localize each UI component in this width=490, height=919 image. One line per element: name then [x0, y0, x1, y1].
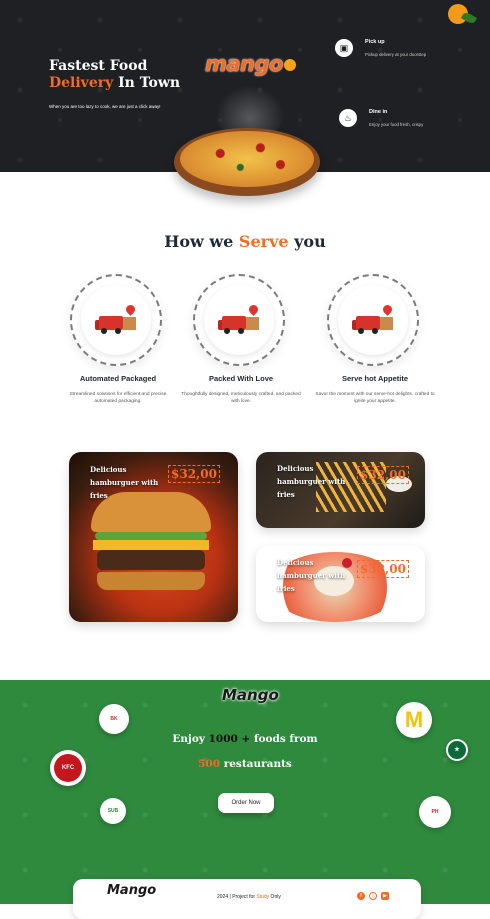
card-title: Packed With Love	[208, 374, 274, 383]
service-desc: Pickup delivery at your doorstep	[365, 52, 427, 57]
food-card-fries[interactable]: Delicious hamburguer with fries $32,00	[256, 452, 425, 528]
facebook-icon[interactable]: f	[357, 892, 365, 900]
delivery-truck-icon	[352, 303, 396, 334]
shopping-bag-icon: ▣	[335, 39, 353, 57]
footer-copyright: 2024 | Project for Study Only	[217, 894, 281, 900]
food-label: Delicious hamburguer with fries	[277, 558, 346, 593]
mango-logo[interactable]: Mango	[107, 883, 156, 898]
service-title: Pick up	[365, 39, 385, 45]
food-card-burger[interactable]: Delicious hamburguer with fries $32,00	[69, 452, 238, 622]
footer-text: 2024 | Project for	[217, 894, 257, 900]
pizza-hut-logo: PH	[419, 796, 451, 828]
delivery-truck-icon	[95, 303, 139, 334]
cutlery-icon: ♨	[339, 109, 357, 127]
card-image	[204, 285, 274, 355]
pizza-topping	[180, 131, 314, 187]
card-desc: Streamlined solutions for efficient and …	[69, 392, 167, 404]
delivery-truck-icon	[218, 303, 262, 334]
service-desc: Enjoy your food fresh, crispy	[369, 122, 424, 127]
hero-subtitle: When you are too lazy to cook, we are ju…	[49, 104, 161, 109]
card-desc: Savor the moment with our serve-hot deli…	[315, 392, 435, 404]
food-card-dessert[interactable]: Delicious hamburguer with fries $32,00	[256, 546, 425, 622]
youtube-icon[interactable]: ▶	[381, 892, 389, 900]
kfc-logo: KFC	[50, 750, 86, 786]
logo-text: mango	[205, 52, 283, 76]
hero-section: Fastest Food Delivery In Town When you a…	[0, 0, 490, 196]
subway-logo: SUB	[100, 798, 126, 824]
food-price: $32,00	[168, 465, 220, 483]
hero-title-rest: In Town	[113, 75, 181, 91]
card-image-frame	[193, 274, 285, 366]
mcdonalds-logo: M	[396, 702, 432, 738]
card-desc: Thoughtfully designed, meticulously craf…	[181, 392, 301, 404]
promo-text: restaurants	[220, 758, 292, 770]
footer-text: Only	[269, 894, 281, 900]
orange-decoration	[440, 0, 480, 30]
hero-title-highlight: Delivery	[49, 75, 114, 91]
card-title: Automated Packaged	[79, 374, 157, 383]
food-label: Delicious hamburguer with fries	[277, 464, 346, 499]
footer: Mango 2024 | Project for Study Only f ○ …	[73, 879, 421, 919]
burger-image	[91, 492, 211, 602]
hero-title: Fastest Food Delivery In Town	[49, 58, 180, 92]
card-image-frame	[70, 274, 162, 366]
section-title: How we Serve you	[0, 232, 490, 251]
card-title: Serve hot Appetite	[342, 374, 408, 383]
burger-king-logo: BK	[99, 704, 129, 734]
card-image-frame	[327, 274, 419, 366]
orange-icon	[283, 59, 296, 71]
leaf-icon	[460, 11, 478, 25]
promo-section: Mango Enjoy 1000 + foods from 500 restau…	[0, 680, 490, 904]
pizza-image	[174, 128, 320, 196]
promo-text: foods from	[250, 733, 318, 745]
starbucks-logo: ★	[446, 739, 468, 761]
section-title-pre: How we	[164, 232, 239, 251]
promo-text: Enjoy	[172, 733, 209, 745]
food-label: Delicious hamburguer with fries	[90, 465, 159, 500]
mango-logo[interactable]: Mango	[222, 686, 279, 704]
promo-food-count: 1000 +	[208, 733, 251, 745]
food-price: $32,00	[357, 560, 409, 578]
mango-logo[interactable]: mango	[205, 52, 296, 76]
section-title-highlight: Serve	[238, 232, 289, 251]
promo-restaurant-count: 500	[198, 758, 221, 770]
card-image	[81, 285, 151, 355]
food-price: $32,00	[357, 466, 409, 484]
section-title-post: you	[288, 232, 326, 251]
instagram-icon[interactable]: ○	[369, 892, 377, 900]
card-image	[338, 285, 408, 355]
hero-title-line1: Fastest Food	[49, 58, 148, 74]
service-title: Dine in	[369, 109, 388, 115]
order-now-button[interactable]: Order Now	[218, 793, 274, 813]
footer-text-highlight: Study	[256, 894, 270, 900]
